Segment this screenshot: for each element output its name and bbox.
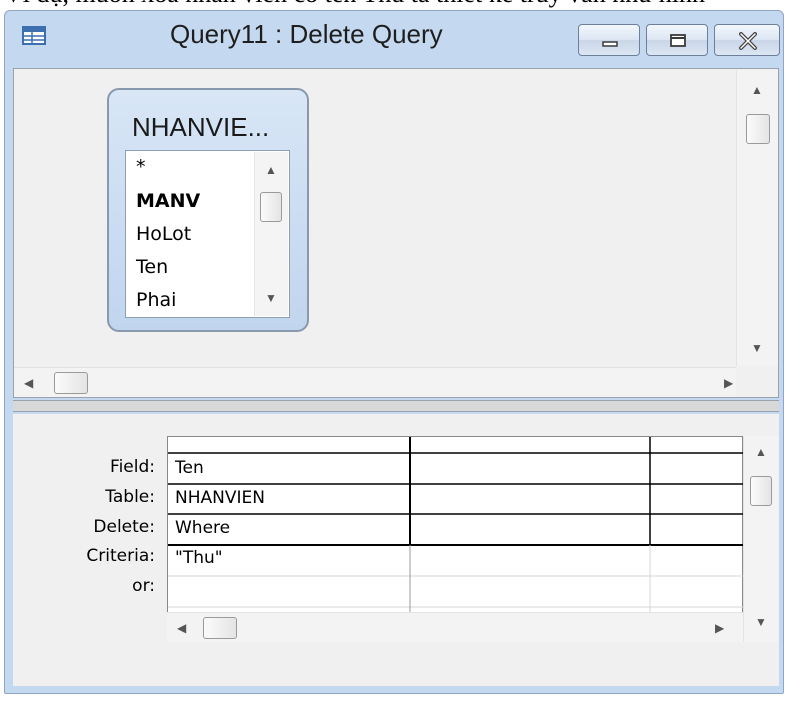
scroll-down-arrow-icon[interactable]: ▼ — [751, 342, 763, 354]
row-label-table: Table: — [105, 487, 155, 507]
minimize-button[interactable] — [578, 24, 640, 56]
table-pane-vertical-scrollbar[interactable]: ▲ ▼ — [736, 70, 778, 366]
scroll-left-arrow-icon[interactable]: ◀ — [24, 377, 33, 389]
field-list-scrollbar[interactable]: ▲ ▼ — [254, 152, 288, 316]
pane-splitter[interactable] — [13, 400, 779, 412]
scroll-thumb[interactable] — [203, 617, 237, 639]
row-label-delete: Delete: — [93, 517, 155, 537]
window-title: Query11 : Delete Query — [170, 19, 443, 49]
cropped-caption: Ví dụ, muốn xóa nhân viên có tên Thu ta … — [0, 0, 787, 10]
scroll-thumb[interactable] — [260, 192, 282, 222]
minimize-icon — [602, 41, 618, 47]
row-label-criteria: Criteria: — [86, 546, 155, 566]
scroll-thumb[interactable] — [746, 114, 770, 144]
field-item[interactable]: MANV — [136, 190, 200, 212]
query-window-icon[interactable] — [20, 20, 48, 48]
grid-cell-criteria[interactable]: "Thu" — [175, 548, 223, 568]
field-item[interactable]: HoLot — [136, 223, 191, 245]
scroll-up-arrow-icon[interactable]: ▲ — [751, 84, 763, 96]
field-item[interactable]: Ten — [136, 256, 168, 278]
scroll-right-arrow-icon[interactable]: ▶ — [724, 377, 733, 389]
grid-cell-field[interactable]: Ten — [175, 458, 204, 478]
row-label-or: or: — [132, 576, 155, 596]
scroll-up-arrow-icon[interactable]: ▲ — [265, 164, 277, 176]
row-label-field: Field: — [110, 457, 155, 477]
close-button[interactable] — [714, 24, 780, 56]
scroll-up-arrow-icon[interactable]: ▲ — [755, 446, 767, 458]
scroll-right-arrow-icon[interactable]: ▶ — [715, 622, 724, 634]
grid-cell-table[interactable]: NHANVIEN — [175, 488, 265, 508]
scroll-down-arrow-icon[interactable]: ▼ — [265, 292, 277, 304]
scroll-thumb[interactable] — [54, 372, 88, 394]
field-item[interactable]: * — [136, 156, 146, 178]
grid-horizontal-scrollbar[interactable]: ◀ ▶ — [167, 612, 743, 642]
table-pane-horizontal-scrollbar[interactable]: ◀ ▶ — [14, 367, 736, 397]
scroll-left-arrow-icon[interactable]: ◀ — [177, 622, 186, 634]
field-item[interactable]: Phai — [136, 289, 176, 311]
scroll-thumb[interactable] — [750, 476, 772, 506]
table-title: NHANVIE... — [132, 112, 270, 142]
maximize-icon — [670, 34, 686, 47]
grid-cell-delete[interactable]: Where — [175, 518, 230, 538]
maximize-button[interactable] — [646, 24, 708, 56]
scroll-down-arrow-icon[interactable]: ▼ — [755, 616, 767, 628]
grid-vertical-scrollbar[interactable]: ▲ ▼ — [743, 436, 778, 642]
close-icon — [739, 32, 757, 50]
